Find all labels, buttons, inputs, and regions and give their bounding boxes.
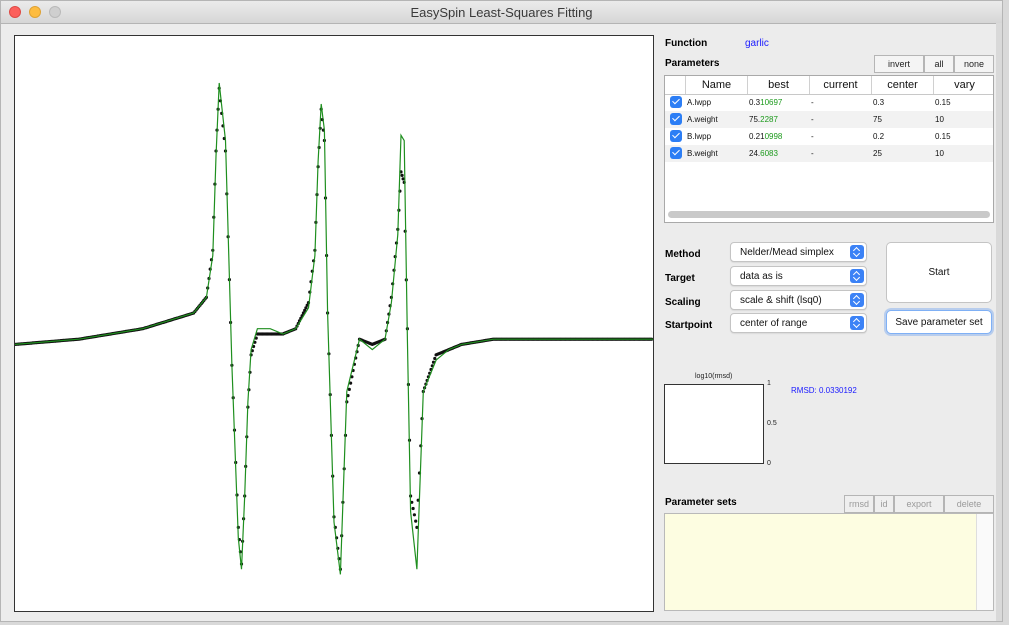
param-name: A.weight [687, 115, 718, 124]
target-label: Target [665, 273, 695, 284]
param-best-prefix: 75. [749, 115, 761, 124]
function-label: Function [665, 38, 708, 49]
rmsd-tick-mid: 0.5 [767, 420, 777, 427]
param-best-suffix: 10697 [760, 98, 783, 107]
export-button[interactable]: export [894, 495, 944, 513]
vary-checkbox[interactable] [670, 113, 682, 125]
rmsd-tick-top: 1 [767, 380, 771, 387]
param-vary[interactable]: 0.15 [935, 94, 951, 111]
target-value: data as is [740, 271, 783, 282]
scaling-select[interactable]: scale & shift (lsq0) [730, 290, 867, 310]
chevron-updown-icon [850, 269, 864, 283]
data-series [15, 86, 653, 571]
param-name: A.lwpp [687, 98, 712, 107]
column-header-best[interactable]: best [747, 76, 809, 94]
rmsd-readout: RMSD: 0.0330192 [791, 386, 857, 395]
param-best: 75.2287 [749, 111, 778, 128]
chevron-updown-icon [850, 245, 864, 259]
method-select[interactable]: Nelder/Mead simplex [730, 242, 867, 262]
param-current: - [811, 132, 814, 141]
param-best: 0.210998 [749, 128, 782, 145]
spectrum-chart [15, 82, 653, 575]
scaling-value: scale & shift (lsq0) [740, 295, 822, 306]
column-header-center[interactable]: center [871, 76, 933, 94]
param-center[interactable]: 75 [873, 111, 882, 128]
target-select[interactable]: data as is [730, 266, 867, 286]
rmsd-plot [664, 384, 764, 464]
invert-button[interactable]: invert [874, 55, 924, 73]
param-best-suffix: 2287 [760, 115, 778, 124]
data-point [400, 173, 404, 177]
main-window: EasySpin Least-Squares Fitting Function … [0, 0, 1003, 622]
data-point [412, 513, 416, 517]
delete-button[interactable]: delete [944, 495, 994, 513]
param-vary[interactable]: 10 [935, 145, 944, 162]
param-center[interactable]: 25 [873, 145, 882, 162]
function-value: garlic [745, 38, 769, 49]
param-best-prefix: 0.21 [749, 132, 765, 141]
param-best: 0.310697 [749, 94, 782, 111]
save-parameter-set-button[interactable]: Save parameter set [886, 310, 992, 334]
select-none-button[interactable]: none [954, 55, 994, 73]
param-current: - [811, 115, 814, 124]
method-value: Nelder/Mead simplex [740, 247, 834, 258]
param-name: B.lwpp [687, 132, 712, 141]
param-center[interactable]: 0.2 [873, 128, 884, 145]
startpoint-select[interactable]: center of range [730, 313, 867, 333]
vary-checkbox[interactable] [670, 147, 682, 159]
param-vary[interactable]: 10 [935, 111, 944, 128]
scaling-label: Scaling [665, 297, 701, 308]
param-current: - [811, 98, 814, 107]
chevron-updown-icon [850, 293, 864, 307]
param-best: 24.6083 [749, 145, 778, 162]
fit-line [15, 82, 653, 575]
method-label: Method [665, 249, 701, 260]
startpoint-value: center of range [740, 318, 808, 329]
chevron-updown-icon [850, 316, 864, 330]
parameter-sets-scrollbar[interactable] [976, 514, 993, 610]
vary-checkbox[interactable] [670, 130, 682, 142]
startpoint-label: Startpoint [665, 320, 713, 331]
start-button[interactable]: Start [886, 242, 992, 303]
param-best-prefix: 0.3 [749, 98, 761, 107]
column-header-current[interactable]: current [809, 76, 871, 94]
param-best-prefix: 24. [749, 149, 761, 158]
parameters-label: Parameters [665, 58, 720, 69]
param-best-suffix: 6083 [760, 149, 778, 158]
param-name: B.weight [687, 149, 718, 158]
spectrum-plot [14, 35, 654, 612]
table-horizontal-scrollbar[interactable] [668, 211, 990, 218]
parameter-table: Name best current center vary A.lwpp 0.31… [664, 75, 994, 223]
vary-checkbox[interactable] [670, 96, 682, 108]
rmsd-plot-title: log10(rmsd) [695, 373, 733, 380]
sort-rmsd-button[interactable]: rmsd [844, 495, 874, 513]
table-row[interactable]: A.lwpp 0.310697-0.3 0.15 [665, 94, 993, 111]
window-edge [996, 23, 1002, 621]
param-current: - [811, 149, 814, 158]
param-best-suffix: 0998 [764, 132, 783, 141]
data-point [411, 506, 415, 511]
data-point [414, 519, 418, 523]
rmsd-tick-bottom: 0 [767, 460, 771, 467]
column-header-vary[interactable]: vary [933, 76, 993, 94]
table-row[interactable]: A.weight 75.2287 - 75 10 [665, 111, 993, 128]
title-bar: EasySpin Least-Squares Fitting [1, 1, 1002, 24]
parameter-sets-label: Parameter sets [665, 497, 737, 508]
param-center[interactable]: 0.3 [873, 94, 884, 111]
sort-id-button[interactable]: id [874, 495, 894, 513]
table-row[interactable]: B.lwpp 0.210998 - 0.2 0.15 [665, 128, 993, 145]
param-vary[interactable]: 0.15 [935, 128, 951, 145]
window-title: EasySpin Least-Squares Fitting [410, 5, 593, 20]
table-row[interactable]: B.weight 24.6083 - 25 10 [665, 145, 993, 162]
parameter-sets-list[interactable] [664, 513, 994, 611]
column-header-name[interactable]: Name [685, 76, 747, 94]
table-header: Name best current center vary [665, 76, 993, 95]
checkbox-header [665, 76, 685, 94]
select-all-button[interactable]: all [924, 55, 954, 73]
